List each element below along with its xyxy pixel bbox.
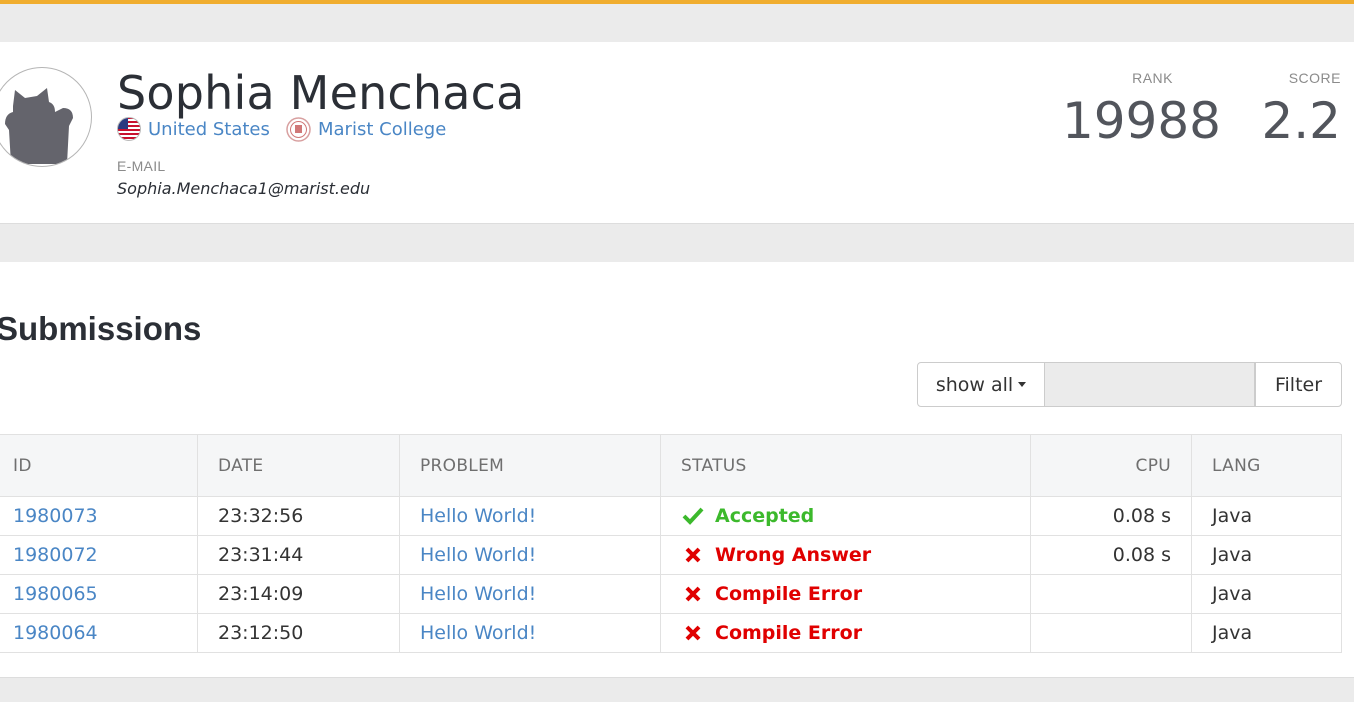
table-header-row: ID DATE PROBLEM STATUS CPU LANG <box>0 434 1342 497</box>
submission-id-link[interactable]: 1980065 <box>13 583 98 605</box>
submission-date: 23:14:09 <box>197 574 400 614</box>
rank-value: 19988 <box>1061 92 1221 150</box>
cpu-time: 0.08 s <box>1030 496 1192 536</box>
school-link[interactable]: Marist College <box>318 119 446 140</box>
filter-group: show all Filter <box>917 362 1342 407</box>
cpu-time: 0.08 s <box>1030 535 1192 575</box>
filter-input[interactable] <box>1045 362 1255 407</box>
language: Java <box>1191 613 1342 653</box>
status-text: Accepted <box>715 505 815 527</box>
top-accent-bar <box>0 0 1354 4</box>
cross-icon <box>681 546 705 564</box>
avatar <box>0 67 92 167</box>
submission-id-link[interactable]: 1980072 <box>13 544 98 566</box>
status-text: Compile Error <box>715 583 863 605</box>
show-all-label: show all <box>935 373 1014 396</box>
status-text: Wrong Answer <box>715 544 872 566</box>
language: Java <box>1191 496 1342 536</box>
cross-icon <box>681 624 705 642</box>
cpu-time <box>1030 613 1192 653</box>
cross-icon <box>681 585 705 603</box>
cpu-time <box>1030 574 1192 614</box>
col-status[interactable]: STATUS <box>660 434 1031 497</box>
problem-link[interactable]: Hello World! <box>420 622 536 644</box>
submission-date: 23:31:44 <box>197 535 400 575</box>
rank-stat: RANK 19988 <box>1062 70 1221 150</box>
email-value: Sophia.Menchaca1@marist.edu <box>117 179 371 198</box>
submissions-panel: Submissions show all Filter ID DATE PROB… <box>0 262 1354 678</box>
status-cell: Accepted <box>681 505 1030 527</box>
language: Java <box>1191 535 1342 575</box>
status-cell: Compile Error <box>681 583 1030 605</box>
score-stat: SCORE 2.2 <box>1261 70 1341 150</box>
country-affiliation: United States <box>117 116 270 142</box>
col-cpu[interactable]: CPU <box>1030 434 1192 497</box>
caret-down-icon <box>1018 382 1027 387</box>
col-problem[interactable]: PROBLEM <box>399 434 661 497</box>
check-icon <box>681 507 705 525</box>
col-date[interactable]: DATE <box>197 434 400 497</box>
rank-label: RANK <box>1132 70 1173 86</box>
status-cell: Wrong Answer <box>681 544 1030 566</box>
problem-link[interactable]: Hello World! <box>420 583 536 605</box>
submission-date: 23:12:50 <box>197 613 400 653</box>
email-label: E-MAIL <box>117 158 166 174</box>
table-row: 1980064 23:12:50 Hello World! Compile Er… <box>0 613 1342 653</box>
submission-id-link[interactable]: 1980073 <box>13 505 98 527</box>
country-link[interactable]: United States <box>148 119 270 140</box>
table-row: 1980073 23:32:56 Hello World! Accepted 0… <box>0 496 1342 536</box>
submissions-title: Submissions <box>0 310 202 347</box>
problem-link[interactable]: Hello World! <box>420 505 536 527</box>
us-flag-icon <box>117 117 141 141</box>
score-label: SCORE <box>1288 70 1341 86</box>
show-all-dropdown[interactable]: show all <box>917 362 1045 407</box>
table-row: 1980065 23:14:09 Hello World! Compile Er… <box>0 574 1342 614</box>
table-row: 1980072 23:31:44 Hello World! Wrong Answ… <box>0 535 1342 575</box>
profile-card: Sophia Menchaca United States Marist Col <box>0 42 1354 224</box>
submission-date: 23:32:56 <box>197 496 400 536</box>
cat-silhouette-icon <box>5 88 73 164</box>
college-seal-icon <box>286 116 311 142</box>
submissions-table: ID DATE PROBLEM STATUS CPU LANG 1980073 … <box>0 434 1342 653</box>
problem-link[interactable]: Hello World! <box>420 544 536 566</box>
status-text: Compile Error <box>715 622 863 644</box>
filter-button[interactable]: Filter <box>1255 362 1342 407</box>
score-value: 2.2 <box>1261 92 1341 150</box>
col-id[interactable]: ID <box>0 434 198 497</box>
language: Java <box>1191 574 1342 614</box>
col-lang[interactable]: LANG <box>1191 434 1342 497</box>
submission-id-link[interactable]: 1980064 <box>13 622 98 644</box>
profile-name: Sophia Menchaca <box>117 66 525 120</box>
school-affiliation: Marist College <box>286 116 446 142</box>
status-cell: Compile Error <box>681 622 1030 644</box>
